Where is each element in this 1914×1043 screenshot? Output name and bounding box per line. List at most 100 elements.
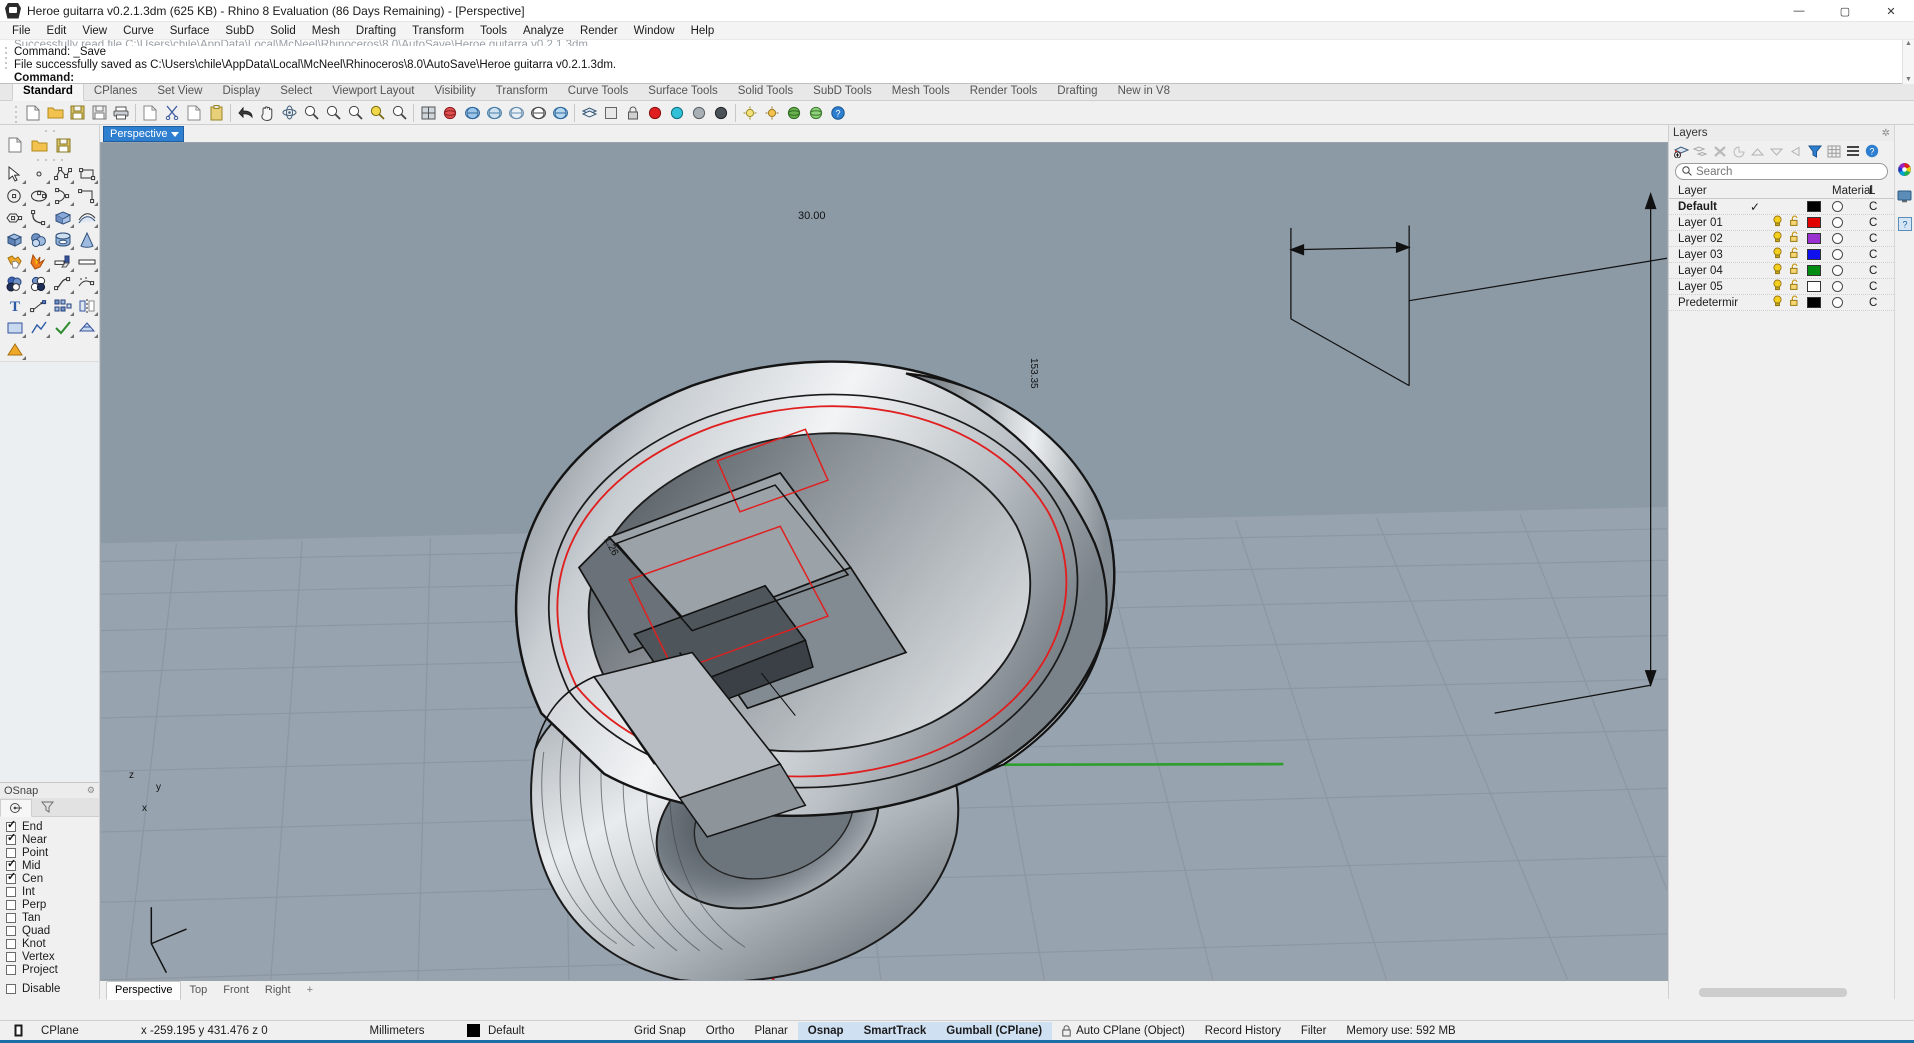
viewport-tab-top[interactable]: Top xyxy=(181,982,215,999)
osnap-checkbox-end[interactable] xyxy=(6,819,16,832)
flyout-arrow-icon[interactable] xyxy=(70,268,74,272)
layer-lock-icon[interactable] xyxy=(1786,231,1803,246)
flyout-arrow-icon[interactable] xyxy=(46,290,50,294)
layer-color-swatch[interactable] xyxy=(1803,217,1825,228)
osnap-option-end[interactable]: End xyxy=(6,819,99,833)
layer-visibility-icon[interactable] xyxy=(1769,231,1786,246)
osnap-checkbox-mid[interactable] xyxy=(6,858,16,871)
toggle-ortho[interactable]: Ortho xyxy=(696,1022,745,1040)
rendered-view-icon[interactable] xyxy=(549,102,571,124)
flyout-arrow-icon[interactable] xyxy=(94,180,98,184)
color-grey-icon[interactable] xyxy=(688,102,710,124)
layer-lock-icon[interactable] xyxy=(1786,279,1803,294)
flyout-arrow-icon[interactable] xyxy=(94,312,98,316)
layers-hscrollbar-thumb[interactable] xyxy=(1699,988,1847,997)
new-file-icon[interactable] xyxy=(3,134,27,156)
menu-item-help[interactable]: Help xyxy=(683,22,723,40)
open-folder-icon[interactable] xyxy=(27,134,51,156)
command-prompt[interactable]: Command: xyxy=(14,72,1914,85)
flyout-arrow-icon[interactable] xyxy=(70,312,74,316)
perspective-viewport[interactable]: 30.00 153.35 1.26 z y x xyxy=(100,142,1668,981)
osnap-checkbox-tan[interactable] xyxy=(6,912,16,923)
layer-linetype[interactable]: C xyxy=(1869,281,1889,293)
layer-visibility-icon[interactable] xyxy=(1769,279,1786,294)
zoom-dynamic-icon[interactable] xyxy=(322,102,344,124)
print-icon[interactable] xyxy=(110,102,132,124)
sweep-icon[interactable] xyxy=(75,207,99,229)
gradient-icon[interactable] xyxy=(3,317,27,339)
layer-row[interactable]: Predetermir C xyxy=(1669,295,1894,311)
flyout-arrow-icon[interactable] xyxy=(94,202,98,206)
osnap-option-disable[interactable]: Disable xyxy=(6,982,99,995)
layer-row[interactable]: Layer 04 C xyxy=(1669,263,1894,279)
viewport-tab-right[interactable]: Right xyxy=(257,982,299,999)
layer-material-icon[interactable] xyxy=(1825,217,1869,228)
layer-lock-icon[interactable] xyxy=(1786,263,1803,278)
osnap-tab[interactable] xyxy=(0,799,32,817)
toolbar-tab-render-tools[interactable]: Render Tools xyxy=(960,83,1048,100)
flyout-arrow-icon[interactable] xyxy=(22,202,26,206)
layer-material-icon[interactable] xyxy=(1825,265,1869,276)
layer-color-swatch[interactable] xyxy=(1803,281,1825,292)
layer-material-icon[interactable] xyxy=(1825,281,1869,292)
flyout-arrow-icon[interactable] xyxy=(22,356,26,360)
zoom-extents-icon[interactable] xyxy=(344,102,366,124)
toolbar-tab-viewport-layout[interactable]: Viewport Layout xyxy=(322,83,424,100)
curve-icon[interactable] xyxy=(75,185,99,207)
toolbar-tab-surface-tools[interactable]: Surface Tools xyxy=(638,83,727,100)
osnap-option-project[interactable]: Project xyxy=(6,963,99,976)
flyout-arrow-icon[interactable] xyxy=(70,180,74,184)
save-as-icon[interactable] xyxy=(88,102,110,124)
flyout-arrow-icon[interactable] xyxy=(94,268,98,272)
layer-name[interactable]: Default xyxy=(1669,201,1741,213)
lock-icon[interactable] xyxy=(622,102,644,124)
scroll-down-icon[interactable]: ▼ xyxy=(1903,76,1914,84)
light-icon[interactable] xyxy=(739,102,761,124)
filter-icon[interactable] xyxy=(1806,143,1823,160)
flyout-arrow-icon[interactable] xyxy=(22,268,26,272)
layers-search-input[interactable] xyxy=(1696,165,1881,178)
mirror-icon[interactable] xyxy=(75,295,99,317)
flyout-arrow-icon[interactable] xyxy=(70,202,74,206)
delete-layer-icon[interactable] xyxy=(1711,143,1728,160)
toolbar-grip[interactable] xyxy=(12,103,19,128)
menu-item-view[interactable]: View xyxy=(74,22,115,40)
toolbar-tab-set-view[interactable]: Set View xyxy=(147,83,212,100)
layer-material-icon[interactable] xyxy=(1825,233,1869,244)
add-viewport-tab-icon[interactable]: + xyxy=(299,982,321,999)
text-icon[interactable]: T xyxy=(3,295,27,317)
polyline-icon[interactable] xyxy=(51,163,75,185)
layer-material-icon[interactable] xyxy=(1825,201,1869,212)
toggle-osnap[interactable]: Osnap xyxy=(797,1021,854,1040)
flyout-arrow-icon[interactable] xyxy=(46,224,50,228)
viewport-layout-icon[interactable] xyxy=(417,102,439,124)
polygon-icon[interactable] xyxy=(3,207,27,229)
color-dark-icon[interactable] xyxy=(710,102,732,124)
menu-item-tools[interactable]: Tools xyxy=(472,22,515,40)
flyout-arrow-icon[interactable] xyxy=(94,224,98,228)
layer-current-check[interactable]: ✓ xyxy=(1741,200,1769,214)
layer-name[interactable]: Layer 02 xyxy=(1669,233,1741,245)
new-file-icon[interactable] xyxy=(22,102,44,124)
left-toolbar-grip-1[interactable] xyxy=(0,127,99,134)
cut-scissors-icon[interactable] xyxy=(161,102,183,124)
osnap-option-perp[interactable]: Perp xyxy=(6,898,99,911)
circle-icon[interactable] xyxy=(3,185,27,207)
flyout-arrow-icon[interactable] xyxy=(70,246,74,250)
toggle-gumball[interactable]: Gumball (CPlane) xyxy=(936,1021,1053,1040)
move-down-icon[interactable] xyxy=(1768,143,1785,160)
osnap-checkbox-vertex[interactable] xyxy=(6,951,16,962)
grid-icon[interactable] xyxy=(1825,143,1842,160)
menu-item-analyze[interactable]: Analyze xyxy=(515,22,572,40)
offset-icon[interactable] xyxy=(75,251,99,273)
boolean-difference-icon[interactable] xyxy=(3,273,27,295)
render-icon[interactable] xyxy=(439,102,461,124)
xray-view-icon[interactable] xyxy=(505,102,527,124)
ellipse-icon[interactable] xyxy=(27,185,51,207)
copy-page-icon[interactable] xyxy=(139,102,161,124)
layer-row[interactable]: Default ✓ C xyxy=(1669,199,1894,215)
osnap-checkbox-cen[interactable] xyxy=(6,871,16,884)
layer-linetype[interactable]: C xyxy=(1869,233,1889,245)
layer-linetype[interactable]: C xyxy=(1869,201,1889,213)
analyze-icon[interactable] xyxy=(27,317,51,339)
